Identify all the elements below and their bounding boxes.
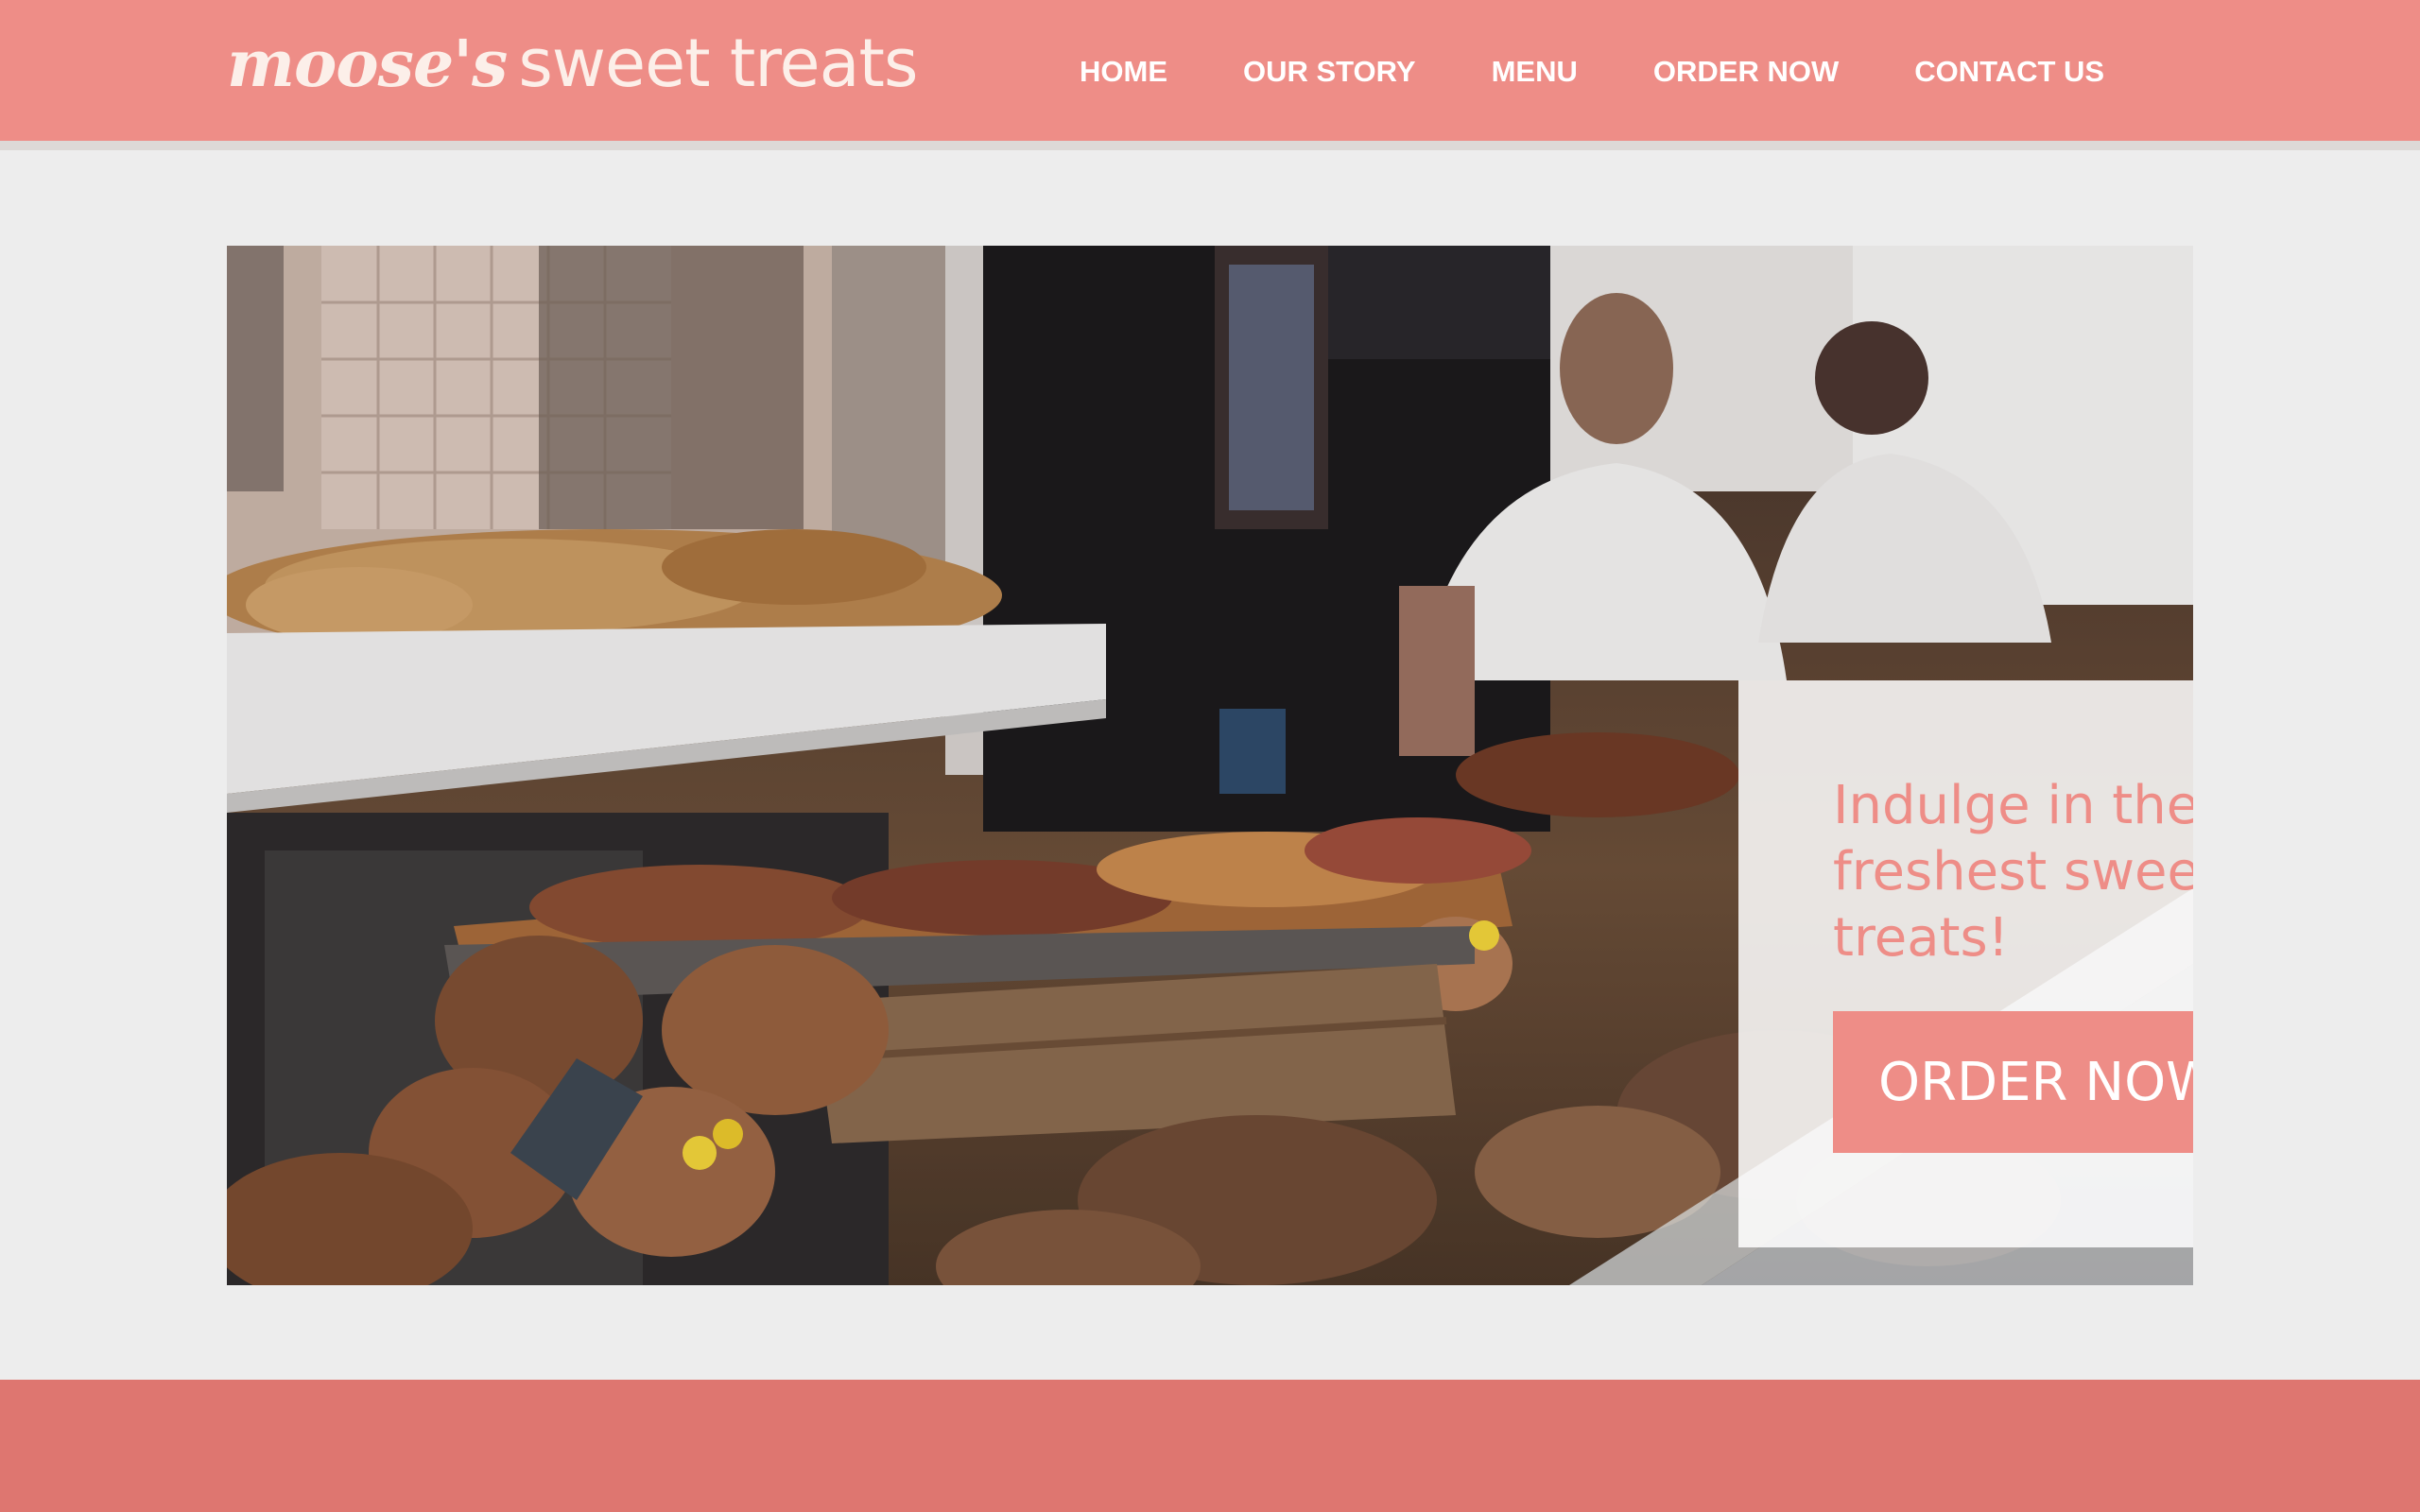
site-header: moose's sweet treats HOME OUR STORY MENU… bbox=[0, 0, 2420, 150]
order-now-button[interactable]: ORDER NOW! bbox=[1833, 1011, 2193, 1153]
promo-card: Indulge in the freshest sweet treats! OR… bbox=[1738, 680, 2193, 1247]
nav-our-story-link[interactable]: OUR STORY bbox=[1243, 55, 1416, 89]
site-footer bbox=[0, 1380, 2420, 1512]
nav-menu-link[interactable]: MENU bbox=[1492, 55, 1578, 89]
nav-home-link[interactable]: HOME bbox=[1080, 55, 1167, 89]
logo-script-text: moose's bbox=[227, 26, 508, 102]
hero-banner: Indulge in the freshest sweet treats! OR… bbox=[227, 246, 2193, 1285]
nav-order-now-link[interactable]: ORDER NOW bbox=[1653, 55, 1839, 89]
main-nav: HOME OUR STORY MENU ORDER NOW CONTACT US bbox=[1080, 53, 2104, 91]
logo-plain-text: sweet treats bbox=[518, 25, 918, 102]
nav-contact-us-link[interactable]: CONTACT US bbox=[1914, 55, 2104, 89]
brand-logo[interactable]: moose's sweet treats bbox=[227, 25, 918, 129]
promo-headline: Indulge in the freshest sweet treats! bbox=[1833, 775, 2193, 969]
